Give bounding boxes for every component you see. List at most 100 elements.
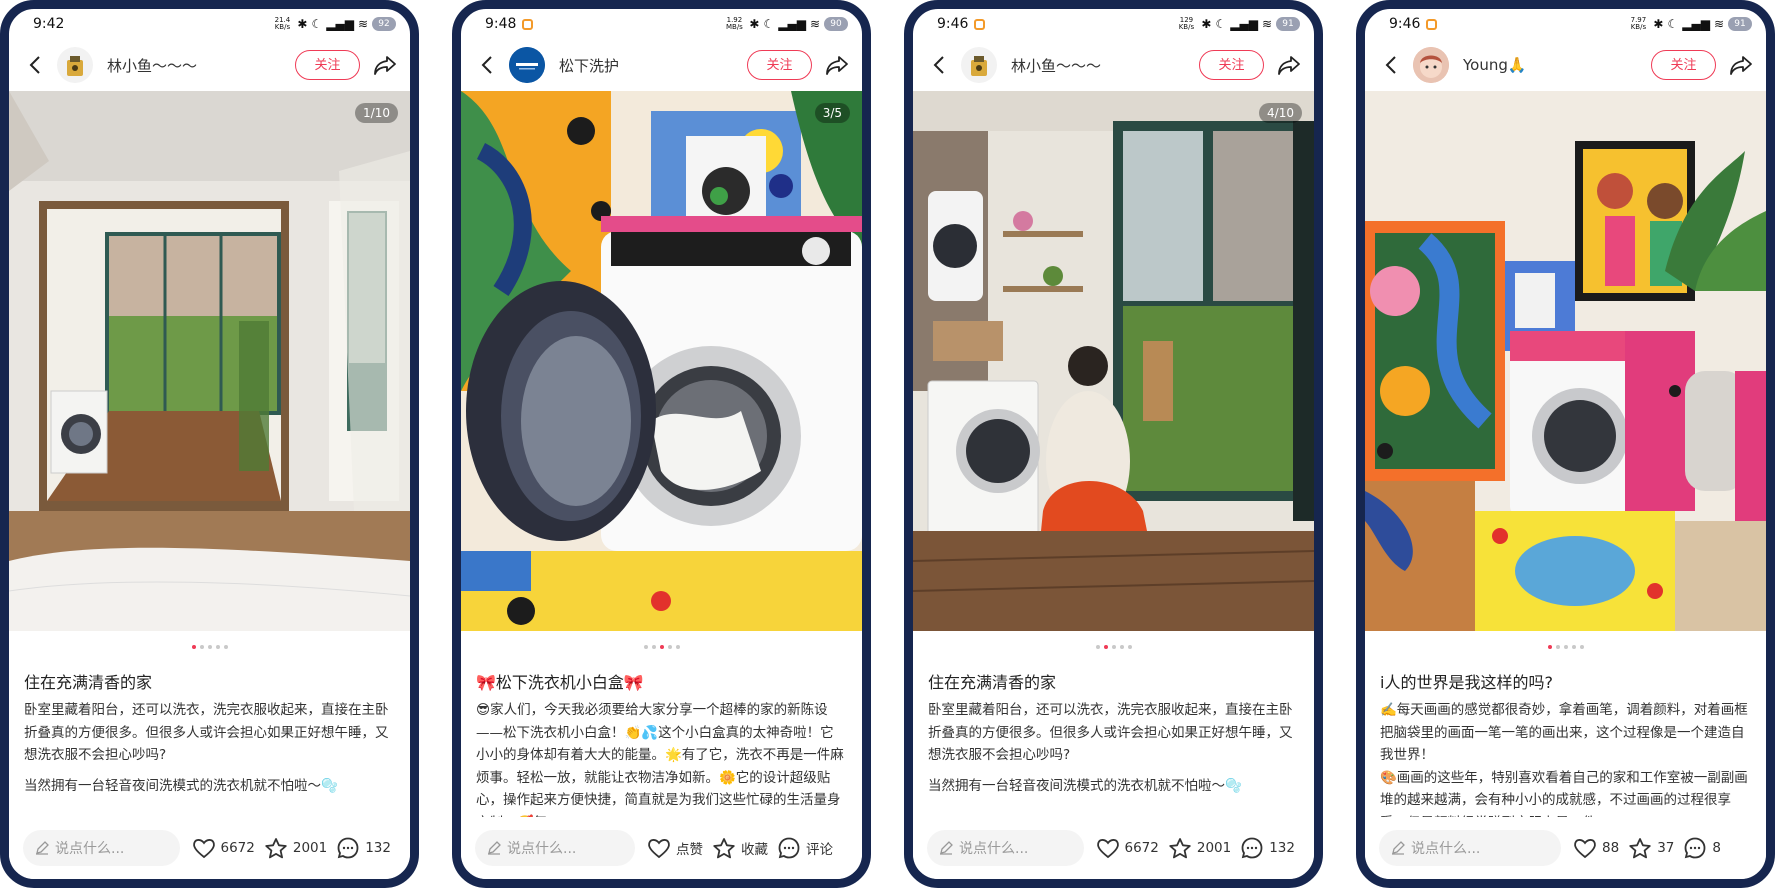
comment-icon: [337, 837, 359, 859]
post-image[interactable]: [1365, 91, 1766, 631]
moon-icon: ☾: [311, 17, 323, 31]
post-title: 🎀松下洗衣机小白盒🎀: [476, 673, 644, 692]
post-title: 住在充满清香的家: [24, 673, 153, 692]
share-icon[interactable]: [824, 52, 850, 78]
like-button[interactable]: 88: [1573, 837, 1619, 859]
heart-icon: [648, 839, 670, 859]
post-paragraph: 😎家人们，今天我必须要给大家分享一个超棒的家的新陈设——松下洗衣机小白盒！👏💦这…: [476, 702, 844, 827]
share-icon[interactable]: [372, 52, 398, 78]
bottom-action-bar: 说点什么... 88 37 8: [1365, 817, 1766, 879]
comment-icon: [778, 837, 800, 859]
carousel-dot: [1547, 645, 1552, 649]
post-body: 😎家人们，今天我必须要给大家分享一个超棒的家的新陈设——松下洗衣机小白盒！👏💦这…: [476, 699, 847, 827]
comment-count: 评论: [806, 842, 833, 858]
status-bar: 9:42 21.4 KB/s ✱ ☾ ▂▄▆ ≋ 92: [9, 9, 410, 39]
bluetooth-icon: ✱: [1201, 17, 1212, 31]
post-title: 住在充满清香的家: [928, 673, 1057, 692]
avatar[interactable]: [1413, 47, 1449, 83]
comment-input[interactable]: 说点什么...: [23, 830, 180, 866]
carousel-indicator: [9, 645, 410, 649]
phone-screen-3: 9:46 129 KB/s ✱ ☾ ▂▄▆ ≋ 91 林小鱼～～～ 关注 4/1…: [904, 0, 1323, 888]
notification-icon: [974, 18, 986, 30]
share-icon[interactable]: [1276, 52, 1302, 78]
carousel-dot: [215, 645, 220, 649]
wifi-icon: ≋: [1261, 17, 1272, 31]
back-icon[interactable]: [473, 51, 501, 79]
favorite-button[interactable]: 37: [1628, 837, 1674, 860]
follow-button[interactable]: 关注: [1651, 50, 1716, 80]
page-counter: 4/10: [1259, 103, 1302, 123]
wifi-icon: ≋: [809, 17, 820, 31]
post-image[interactable]: 4/10: [913, 91, 1314, 631]
status-bar: 9:46 7.97 KB/s ✱ ☾ ▂▄▆ ≋ 91: [1365, 9, 1766, 39]
status-bar: 9:46 129 KB/s ✱ ☾ ▂▄▆ ≋ 91: [913, 9, 1314, 39]
comment-input[interactable]: 说点什么...: [1379, 830, 1561, 866]
page-counter: 1/10: [355, 103, 398, 123]
signal-icon: ▂▄▆: [778, 17, 806, 31]
carousel-dot: [643, 645, 648, 649]
network-speed: 1.92 MB/s: [725, 16, 743, 31]
comment-button[interactable]: 评论: [777, 836, 833, 860]
comment-input[interactable]: 说点什么...: [927, 830, 1084, 866]
notification-icon: [522, 18, 534, 30]
carousel-dot: [1571, 645, 1576, 649]
star-icon: [1169, 837, 1191, 858]
pencil-icon: [487, 841, 501, 855]
author-name[interactable]: Young🙏: [1463, 56, 1651, 74]
post-image[interactable]: 3/5: [461, 91, 862, 631]
carousel-dot: [199, 645, 204, 649]
like-button[interactable]: 6672: [192, 837, 255, 859]
network-speed: 129 KB/s: [1178, 16, 1195, 31]
status-time: 9:42: [33, 16, 65, 32]
post-image[interactable]: 1/10: [9, 91, 410, 631]
carousel-dot: [1555, 645, 1560, 649]
post-paragraph: 卧室里藏着阳台，还可以洗衣，洗完衣服收起来，直接在主卧折叠真的方便很多。但很多人…: [24, 702, 389, 763]
star-icon: [265, 837, 287, 858]
post-paragraph: 当然拥有一台轻音夜间洗模式的洗衣机就不怕啦～🫧: [24, 777, 338, 794]
like-button[interactable]: 6672: [1096, 837, 1159, 859]
brand-logo-icon[interactable]: [509, 47, 545, 83]
avatar[interactable]: [57, 47, 93, 83]
pencil-icon: [1391, 841, 1405, 855]
avatar[interactable]: [961, 47, 997, 83]
network-speed: 21.4 KB/s: [274, 16, 291, 31]
comment-count: 132: [1269, 840, 1295, 856]
carousel-dot: [1119, 645, 1124, 649]
author-name[interactable]: 林小鱼～～～: [1011, 55, 1199, 76]
favorite-button[interactable]: 2001: [1168, 837, 1231, 860]
author-name[interactable]: 林小鱼～～～: [107, 55, 295, 76]
follow-button[interactable]: 关注: [1199, 50, 1264, 80]
carousel-dot: [223, 645, 228, 649]
follow-button[interactable]: 关注: [747, 50, 812, 80]
back-icon[interactable]: [1377, 51, 1405, 79]
top-bar: 林小鱼～～～ 关注: [913, 39, 1314, 91]
battery-icon: 91: [1728, 17, 1752, 31]
post-body: 卧室里藏着阳台，还可以洗衣，洗完衣服收起来，直接在主卧折叠真的方便很多。但很多人…: [24, 699, 395, 827]
notification-icon: [1426, 18, 1438, 30]
carousel-dot: [675, 645, 680, 649]
carousel-dot: [1127, 645, 1132, 649]
post-paragraph: 当然拥有一台轻音夜间洗模式的洗衣机就不怕啦～🫧: [928, 777, 1242, 794]
favorite-button[interactable]: 收藏: [712, 837, 768, 860]
heart-icon: [192, 839, 215, 859]
favorite-button[interactable]: 2001: [264, 837, 327, 860]
comment-input[interactable]: 说点什么...: [475, 830, 635, 866]
battery-icon: 90: [824, 17, 848, 31]
share-icon[interactable]: [1728, 52, 1754, 78]
like-button[interactable]: 点赞: [647, 837, 703, 859]
comment-button[interactable]: 132: [1240, 836, 1295, 860]
signal-icon: ▂▄▆: [1682, 17, 1710, 31]
carousel-indicator: [461, 645, 862, 649]
comment-button[interactable]: 8: [1683, 836, 1721, 860]
back-icon[interactable]: [925, 51, 953, 79]
post-body: ✍️每天画画的感觉都很奇妙，拿着画笔，调着颜料，对着画框把脑袋里的画面一笔一笔的…: [1380, 699, 1751, 827]
carousel-dot: [1095, 645, 1100, 649]
like-count: 6672: [220, 840, 255, 856]
wifi-icon: ≋: [1713, 17, 1724, 31]
follow-button[interactable]: 关注: [295, 50, 360, 80]
phone-screen-2: 9:48 1.92 MB/s ✱ ☾ ▂▄▆ ≋ 90 松下洗护 关注 3/5 …: [452, 0, 871, 888]
comment-button[interactable]: 132: [336, 836, 391, 860]
author-name[interactable]: 松下洗护: [559, 55, 747, 76]
bluetooth-icon: ✱: [297, 17, 308, 31]
back-icon[interactable]: [21, 51, 49, 79]
